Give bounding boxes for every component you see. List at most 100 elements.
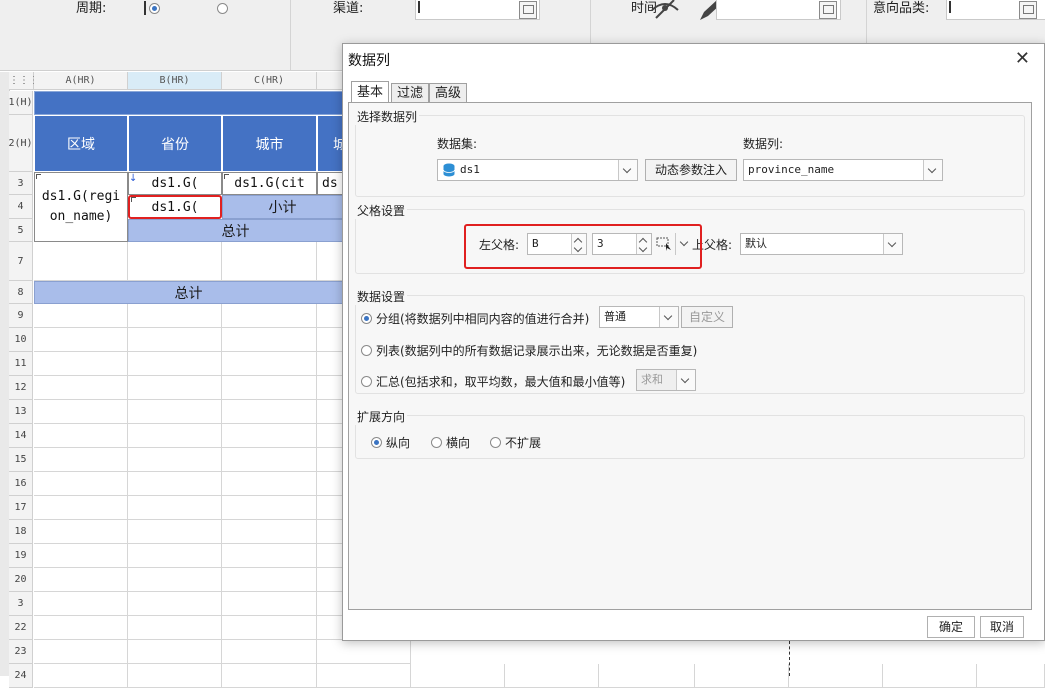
grid-cell[interactable] xyxy=(128,328,222,352)
grid-cell[interactable] xyxy=(34,568,128,592)
grid-cell[interactable] xyxy=(222,242,317,281)
expand-vertical-option[interactable]: 纵向 xyxy=(371,434,410,451)
row-header[interactable]: 7 xyxy=(9,242,33,281)
chevron-down-icon[interactable] xyxy=(618,160,637,180)
grid-cell[interactable] xyxy=(128,472,222,496)
row-header[interactable]: 15 xyxy=(9,448,33,472)
grid-cell[interactable] xyxy=(222,400,317,424)
cell-b3-province[interactable]: ds1.G( xyxy=(128,172,222,195)
close-icon[interactable]: ✕ xyxy=(1015,50,1030,68)
channel-picker-button[interactable] xyxy=(519,1,537,19)
row-header[interactable]: 19 xyxy=(9,544,33,568)
col-header-c[interactable]: C(HR) xyxy=(222,72,317,90)
grid-cell[interactable] xyxy=(222,640,317,664)
grid-cell[interactable] xyxy=(222,544,317,568)
sheet-corner[interactable]: ⋮⋮⋮ xyxy=(9,72,39,90)
grid-cell[interactable] xyxy=(128,242,222,281)
group-option[interactable]: 分组(将数据列中相同内容的值进行合并) xyxy=(361,310,589,327)
expand-horizontal-option[interactable]: 横向 xyxy=(431,434,470,451)
cell-a3-region[interactable]: ds1.G(region_name) xyxy=(34,172,128,242)
grid-cell[interactable] xyxy=(34,376,128,400)
grid-cell[interactable] xyxy=(34,616,128,640)
grid-cell[interactable] xyxy=(222,592,317,616)
cell-b4-selected[interactable]: ds1.G( xyxy=(128,195,222,219)
row-header[interactable]: 24 xyxy=(9,664,33,688)
none-radio[interactable] xyxy=(490,437,501,448)
grid-cell[interactable] xyxy=(128,640,222,664)
row-header[interactable]: 16 xyxy=(9,472,33,496)
grid-cell[interactable] xyxy=(128,376,222,400)
row-header[interactable]: 8 xyxy=(9,281,33,304)
grid-cell[interactable] xyxy=(34,544,128,568)
header-city[interactable]: 城市 xyxy=(222,115,317,172)
grid-cell[interactable] xyxy=(128,520,222,544)
group-radio[interactable] xyxy=(361,313,372,324)
grid-cell[interactable] xyxy=(222,520,317,544)
chevron-down-icon[interactable] xyxy=(676,370,695,390)
grid-cell[interactable] xyxy=(128,616,222,640)
tab-filter[interactable]: 过滤 xyxy=(391,83,430,103)
summary-radio[interactable] xyxy=(361,376,372,387)
cell-total-row8[interactable]: 总计 xyxy=(34,281,343,304)
grid-cell[interactable] xyxy=(34,328,128,352)
summary-mode-select[interactable]: 求和 xyxy=(636,369,696,391)
grid-cell[interactable] xyxy=(222,376,317,400)
cancel-button[interactable]: 取消 xyxy=(980,616,1024,638)
chevron-down-icon[interactable] xyxy=(923,160,942,180)
cell-total-row5[interactable]: 总计 xyxy=(128,219,343,242)
period-radio-2[interactable] xyxy=(217,3,228,14)
grid-cell[interactable] xyxy=(789,664,883,688)
grid-cell[interactable] xyxy=(128,400,222,424)
horizontal-radio[interactable] xyxy=(431,437,442,448)
row-header[interactable]: 20 xyxy=(9,568,33,592)
row-header[interactable]: 2(H) xyxy=(8,115,33,172)
grid-cell[interactable] xyxy=(34,640,128,664)
data-column-select[interactable]: province_name xyxy=(743,159,943,181)
row-header[interactable]: 4 xyxy=(9,195,33,219)
tab-advanced[interactable]: 高级 xyxy=(429,83,468,103)
grid-cell[interactable] xyxy=(222,352,317,376)
cell-subtotal[interactable]: 小计 xyxy=(222,195,343,219)
period-radio-1[interactable] xyxy=(149,3,160,14)
chevron-down-icon[interactable] xyxy=(883,234,902,254)
grid-cell[interactable] xyxy=(695,664,789,688)
grid-cell[interactable] xyxy=(34,304,128,328)
row-header[interactable]: 3 xyxy=(9,172,33,195)
grid-cell[interactable] xyxy=(411,664,505,688)
header-band[interactable] xyxy=(34,91,343,115)
grid-cell[interactable] xyxy=(222,424,317,448)
grid-cell[interactable] xyxy=(317,640,411,664)
grid-cell[interactable] xyxy=(128,544,222,568)
grid-cell[interactable] xyxy=(34,472,128,496)
grid-cell[interactable] xyxy=(34,592,128,616)
grid-cell[interactable] xyxy=(222,664,317,688)
row-header[interactable]: 10 xyxy=(9,328,33,352)
grid-cell[interactable] xyxy=(977,664,1045,688)
grid-cell[interactable] xyxy=(128,352,222,376)
grid-cell[interactable] xyxy=(34,424,128,448)
vertical-radio[interactable] xyxy=(371,437,382,448)
grid-cell[interactable] xyxy=(222,616,317,640)
dataset-select[interactable]: ds1 xyxy=(437,159,638,181)
row-header[interactable]: 11 xyxy=(9,352,33,376)
grid-cell[interactable] xyxy=(222,448,317,472)
grid-cell[interactable] xyxy=(34,352,128,376)
grid-cell[interactable] xyxy=(505,664,599,688)
row-header[interactable]: 1(H) xyxy=(8,91,33,115)
grid-cell[interactable] xyxy=(34,664,128,688)
header-col-d[interactable]: 城 xyxy=(317,115,347,172)
grid-cell[interactable] xyxy=(222,496,317,520)
col-header-a[interactable]: A(HR) xyxy=(34,72,128,90)
grid-cell[interactable] xyxy=(222,568,317,592)
grid-cell[interactable] xyxy=(128,448,222,472)
header-region[interactable]: 区域 xyxy=(34,115,128,172)
row-header[interactable]: 5 xyxy=(9,219,33,242)
custom-button[interactable]: 自定义 xyxy=(681,306,733,328)
grid-cell[interactable] xyxy=(128,424,222,448)
grid-cell[interactable] xyxy=(222,328,317,352)
grid-cell[interactable] xyxy=(34,448,128,472)
grid-cell[interactable] xyxy=(34,520,128,544)
col-header-d[interactable] xyxy=(317,72,343,90)
list-radio[interactable] xyxy=(361,345,372,356)
grid-cell[interactable] xyxy=(128,592,222,616)
